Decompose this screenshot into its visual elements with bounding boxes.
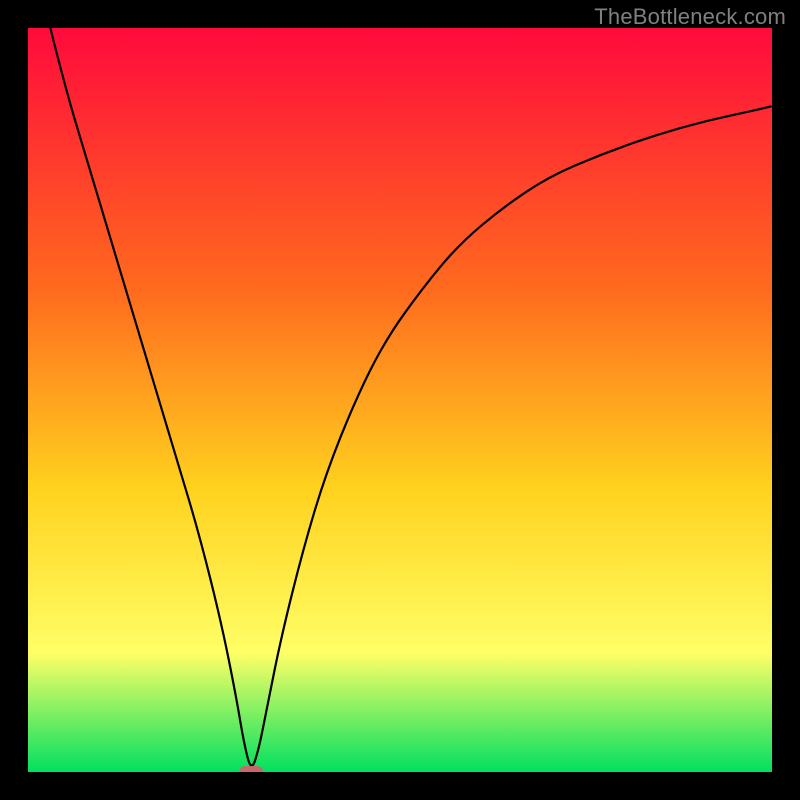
bottleneck-chart <box>28 28 772 772</box>
watermark-text: TheBottleneck.com <box>594 4 786 30</box>
gradient-background <box>28 28 772 772</box>
minimum-marker <box>239 766 263 772</box>
chart-area <box>28 28 772 772</box>
